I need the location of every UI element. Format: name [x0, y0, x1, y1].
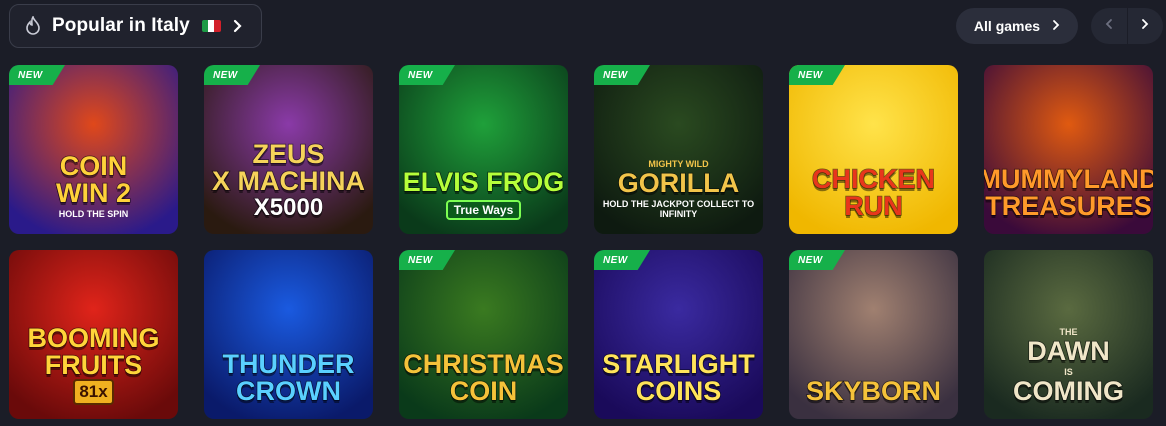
chevron-right-icon — [233, 19, 243, 33]
game-title: Elvis Frog — [402, 167, 565, 197]
game-tile[interactable]: NEW Zeus x Machina x5000 — [204, 65, 373, 234]
game-tile[interactable]: NEW Coin Win 2 Hold the Spin — [9, 65, 178, 234]
game-tile[interactable]: NEW Chicken Run — [789, 65, 958, 234]
game-title: Zeus — [252, 138, 326, 169]
game-tile[interactable]: NEW Christmas Coin — [399, 250, 568, 419]
chevron-right-icon — [1052, 18, 1060, 34]
game-title: Treasures — [984, 191, 1152, 221]
fire-icon — [24, 16, 42, 36]
game-title: Dawn — [1027, 336, 1111, 367]
all-games-button[interactable]: All games — [956, 8, 1078, 44]
game-title: Chicken — [811, 164, 936, 194]
game-title: Coming — [1012, 376, 1125, 406]
game-tile[interactable]: NEW Mighty Wild Gorilla Hold the Jackpot Co… — [594, 65, 763, 234]
game-title: Mummyland — [984, 164, 1153, 194]
game-title: Coin — [59, 151, 128, 182]
all-games-label: All games — [973, 18, 1041, 34]
game-title: Fruits — [44, 350, 143, 380]
game-title: x Machina — [211, 165, 366, 196]
game-title: Thunder — [222, 349, 356, 379]
game-tile[interactable]: NEW Elvis Frog True Ways — [399, 65, 568, 234]
game-title: Coin — [449, 376, 518, 406]
game-tile[interactable]: NEW Starlight Coins — [594, 250, 763, 419]
game-title: Coins — [635, 376, 722, 406]
game-tile[interactable]: The Dawn is Coming — [984, 250, 1153, 419]
game-title: Starlight — [601, 349, 755, 379]
game-title: Gorilla — [617, 168, 740, 199]
game-multiplier: x5000 — [253, 193, 324, 221]
game-tile[interactable]: Thunder Crown — [204, 250, 373, 419]
game-tile[interactable]: Mummyland Treasures — [984, 65, 1153, 234]
game-tag: True Ways — [445, 200, 522, 220]
category-header[interactable]: Popular in Italy — [9, 4, 262, 48]
games-grid: NEW Coin Win 2 Hold the Spin NEW Zeus x Machin… — [9, 65, 1153, 419]
carousel-nav — [1091, 8, 1163, 44]
game-title: Booming — [27, 323, 161, 353]
game-title: Christmas — [403, 349, 565, 379]
prev-button[interactable] — [1091, 8, 1127, 44]
game-title: Win 2 — [55, 178, 132, 209]
game-tile[interactable]: NEW Skyborn — [789, 250, 958, 419]
game-multiplier: 81x — [73, 379, 114, 405]
category-title: Popular in Italy — [52, 15, 190, 36]
game-title: Run — [844, 191, 904, 221]
next-button[interactable] — [1128, 8, 1164, 44]
game-subtitle: Hold the Jackpot Collect to Infinity — [602, 199, 755, 220]
game-tile[interactable]: Booming Fruits 81x — [9, 250, 178, 419]
game-subtitle: Hold the Spin — [58, 209, 129, 220]
chevron-left-icon — [1105, 17, 1113, 35]
game-title: Crown — [235, 376, 341, 406]
game-title: Skyborn — [805, 376, 942, 406]
chevron-right-icon — [1141, 17, 1149, 35]
italy-flag-icon — [201, 20, 221, 32]
